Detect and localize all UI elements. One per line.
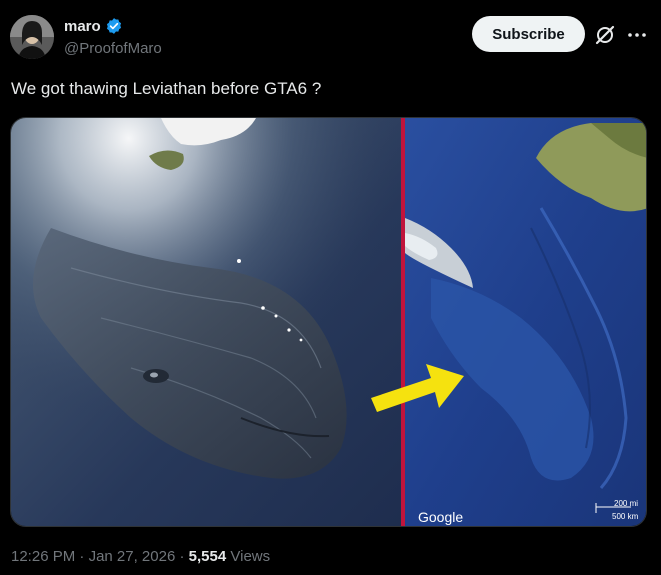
whale-illustration xyxy=(11,118,403,526)
map-watermark: Google xyxy=(418,509,463,525)
tweet-meta: 12:26 PM · Jan 27, 2026 · 5,554 Views xyxy=(11,548,270,565)
tweet-time[interactable]: 12:26 PM xyxy=(11,548,75,565)
media-image: Google 200 mi 500 km xyxy=(11,118,646,526)
grok-icon[interactable] xyxy=(594,24,616,46)
meta-separator: · xyxy=(79,548,85,565)
avatar-image xyxy=(10,15,54,59)
avatar[interactable] xyxy=(10,15,54,59)
verified-badge-icon xyxy=(105,17,123,35)
views-count: 5,554 xyxy=(188,548,227,565)
scale-bottom-label: 500 km xyxy=(612,512,639,521)
views-label: Views xyxy=(230,548,271,565)
scale-top-label: 200 mi xyxy=(614,499,638,508)
divider-line xyxy=(401,118,405,526)
meta-separator: · xyxy=(179,548,185,565)
satellite-map xyxy=(405,118,646,526)
tweet-text: We got thawing Leviathan before GTA6 ? xyxy=(11,79,322,98)
author-name-row[interactable]: maro xyxy=(64,17,123,35)
author-handle[interactable]: @ProofofMaro xyxy=(64,40,162,57)
more-options-icon[interactable] xyxy=(626,24,648,46)
author-display-name[interactable]: maro xyxy=(64,18,101,35)
subscribe-button[interactable]: Subscribe xyxy=(472,16,585,52)
tweet-media[interactable]: Google 200 mi 500 km xyxy=(10,117,647,527)
tweet-date[interactable]: Jan 27, 2026 xyxy=(89,548,176,565)
